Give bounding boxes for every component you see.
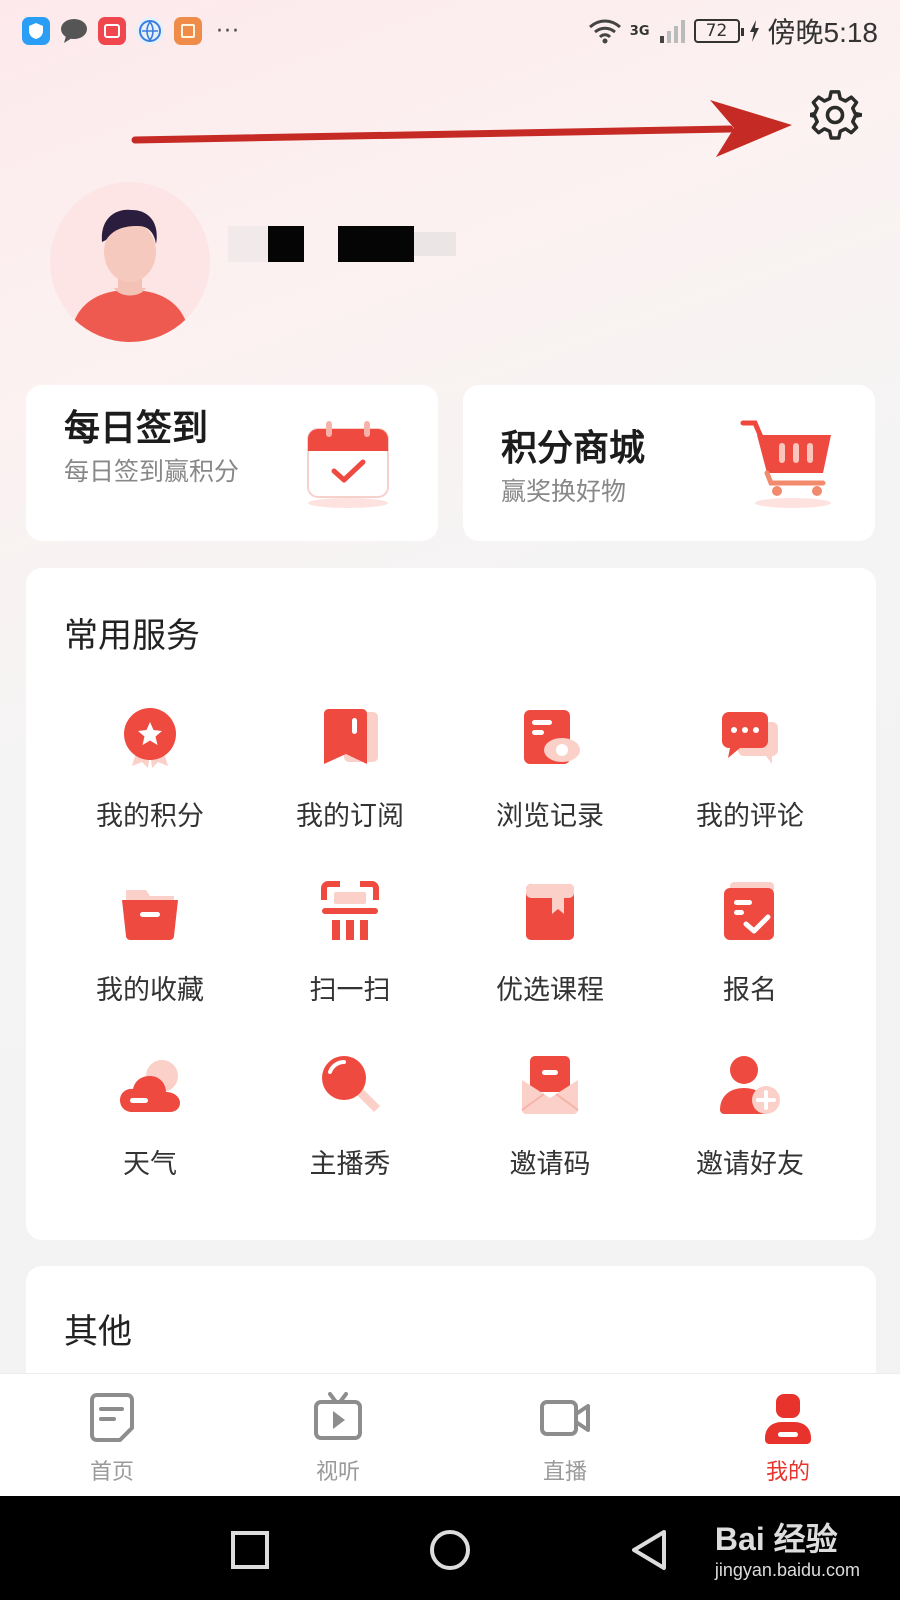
course-book-icon: [526, 884, 574, 940]
service-my-subscriptions[interactable]: 我的订阅: [250, 706, 450, 833]
service-label: 我的订阅: [296, 801, 404, 832]
service-label: 浏览记录: [496, 801, 604, 832]
service-label: 邀请码: [509, 1149, 591, 1180]
network-type: 3G: [629, 23, 650, 39]
status-time: 傍晚5:18: [767, 17, 879, 48]
profile-icon: [765, 1394, 811, 1444]
shopping-cart-icon: [740, 420, 831, 508]
points-mall-card[interactable]: 积分商城 赢奖换好物: [463, 385, 875, 541]
nav-home[interactable]: 首页: [52, 1392, 172, 1486]
battery-indicator: 72: [693, 19, 744, 43]
avatar[interactable]: [50, 182, 210, 342]
service-scan[interactable]: 扫一扫: [250, 880, 450, 1007]
live-camera-icon: [540, 1400, 590, 1436]
service-signup[interactable]: 报名: [650, 880, 850, 1007]
username-redacted: [228, 222, 498, 282]
comment-icon: [722, 712, 778, 764]
folder-icon: [122, 890, 178, 940]
wifi-icon: [588, 19, 621, 44]
nav-label: 首页: [89, 1460, 134, 1485]
bottom-nav: 首页 视听 直播 我的: [0, 1373, 900, 1496]
more-notifications: ···: [216, 18, 240, 44]
watermark-url: jingyan.baidu.com: [714, 1560, 860, 1580]
service-anchor-show[interactable]: 主播秀: [250, 1054, 450, 1181]
service-my-favorites[interactable]: 我的收藏: [50, 880, 250, 1007]
charging-icon: [749, 20, 759, 42]
history-eye-icon: [524, 710, 580, 764]
microphone-icon: [322, 1056, 380, 1112]
daily-checkin-card[interactable]: 每日签到 每日签到赢积分: [26, 385, 438, 541]
common-services-card: 常用服务 我的积分 我的订阅 浏览记录 我的评论 我的收藏 扫一扫 优选课程 报…: [26, 568, 876, 1240]
home-button[interactable]: [428, 1528, 472, 1572]
home-doc-icon: [90, 1393, 134, 1442]
recents-button[interactable]: [228, 1528, 272, 1572]
signup-clipboard-icon: [724, 882, 774, 940]
scan-icon: [321, 881, 379, 940]
news-app-icon: [174, 17, 202, 45]
service-label: 我的收藏: [96, 975, 204, 1006]
envelope-icon: [521, 1056, 579, 1114]
service-invite-code[interactable]: 邀请码: [450, 1054, 650, 1181]
bookmark-icon: [324, 709, 378, 764]
nav-label: 视听: [315, 1460, 360, 1485]
browser-app-icon: [136, 17, 164, 45]
back-button[interactable]: [628, 1528, 672, 1572]
video-play-icon: [314, 1392, 362, 1440]
points-mall-subtitle: 赢奖换好物: [501, 477, 627, 506]
nav-live[interactable]: 直播: [505, 1392, 625, 1486]
notification-icons: ···: [22, 17, 240, 45]
annotation-arrow: [131, 100, 792, 157]
add-friend-icon: [720, 1056, 780, 1114]
nav-label: 直播: [542, 1460, 587, 1485]
service-weather[interactable]: 天气: [50, 1054, 250, 1181]
service-label: 扫一扫: [309, 975, 391, 1006]
nav-profile[interactable]: 我的: [728, 1392, 848, 1486]
service-label: 我的积分: [96, 801, 204, 832]
nav-label: 我的: [765, 1460, 810, 1485]
service-label: 优选课程: [496, 975, 604, 1006]
service-label: 主播秀: [309, 1149, 391, 1180]
calendar-check-icon: [307, 421, 389, 508]
service-my-comments[interactable]: 我的评论: [650, 706, 850, 833]
status-right: 3G 72 傍晚5:18: [588, 11, 878, 51]
status-bar: ··· 3G 72 傍晚5:18: [0, 0, 900, 62]
settings-button[interactable]: [808, 88, 864, 144]
service-my-points[interactable]: 我的积分: [50, 706, 250, 833]
nav-video[interactable]: 视听: [278, 1392, 398, 1486]
others-title: 其他: [64, 1312, 132, 1352]
daily-checkin-title: 每日签到: [64, 407, 209, 449]
cloud-icon: [120, 1060, 180, 1112]
services-title: 常用服务: [64, 616, 200, 656]
system-nav-bar: Bai 经验 jingyan.baidu.com: [0, 1496, 900, 1600]
shield-app-icon: [22, 17, 50, 45]
service-label: 邀请好友: [696, 1149, 804, 1180]
signal-icon: [659, 20, 685, 43]
chat-app-icon: [60, 17, 88, 45]
red-app-icon: [98, 17, 126, 45]
service-label: 报名: [723, 975, 777, 1006]
service-label: 我的评论: [696, 801, 804, 832]
medal-icon: [124, 708, 176, 768]
baidu-watermark: Bai 经验 jingyan.baidu.com: [715, 1514, 860, 1581]
service-featured-courses[interactable]: 优选课程: [450, 880, 650, 1007]
daily-checkin-subtitle: 每日签到赢积分: [64, 457, 240, 486]
service-label: 天气: [123, 1149, 177, 1180]
service-invite-friends[interactable]: 邀请好友: [650, 1054, 850, 1181]
service-browse-history[interactable]: 浏览记录: [450, 706, 650, 833]
points-mall-title: 积分商城: [501, 427, 646, 469]
watermark-brand: Bai 经验: [714, 1521, 838, 1557]
gear-icon: [810, 90, 862, 140]
